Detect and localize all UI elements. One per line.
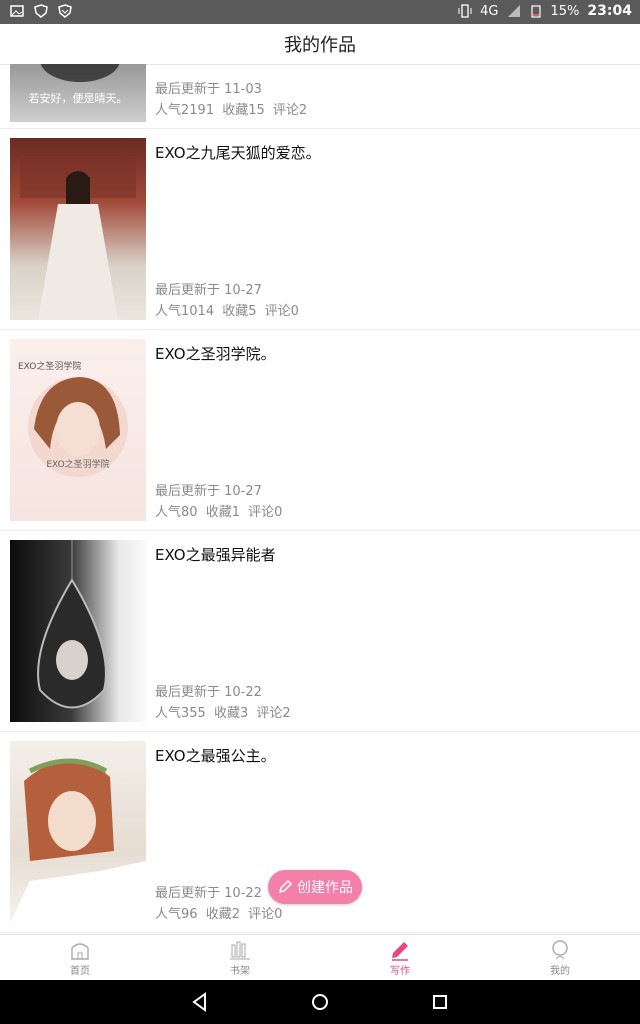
cover-art — [20, 158, 136, 320]
work-title[interactable]: EXO之圣羽学院。 — [155, 343, 276, 364]
work-title[interactable]: EXO之九尾天狐的爱恋。 — [155, 142, 321, 163]
work-comments: 评论0 — [264, 304, 299, 319]
back-icon[interactable] — [190, 992, 210, 1012]
cover-caption: 若安好，便是晴天。 — [28, 92, 128, 105]
work-popularity: 人气1014 — [155, 304, 215, 319]
status-bar: 4G 15% 23:04 — [0, 0, 640, 24]
work-stats: 人气1014 收藏5 评论0 — [155, 300, 303, 319]
tab-home[interactable]: 首页 — [0, 935, 160, 981]
work-updated: 最后更新于 10-27 — [155, 484, 262, 499]
bottom-tab-bar: 首页 书架 写作 我的 — [0, 934, 640, 981]
shield-icon — [34, 4, 48, 18]
tab-write[interactable]: 写作 — [320, 935, 480, 981]
work-popularity: 人气2191 — [155, 103, 215, 118]
create-work-label: 创建作品 — [297, 880, 353, 896]
tab-profile[interactable]: 我的 — [480, 935, 640, 981]
work-comments: 评论0 — [248, 907, 283, 922]
system-navigation-bar — [0, 980, 640, 1024]
network-type: 4G — [480, 3, 499, 19]
pencil-icon — [392, 942, 408, 961]
work-favorites: 收藏15 — [222, 103, 265, 118]
works-list[interactable]: 若安好，便是晴天。 最后更新于 11-03 人气2191 收藏15 评论2 EX… — [0, 64, 640, 934]
work-updated: 最后更新于 11-03 — [155, 82, 262, 97]
work-item[interactable]: 若安好，便是晴天。 最后更新于 11-03 人气2191 收藏15 评论2 — [0, 64, 640, 129]
tab-bookshelf-label: 书架 — [230, 966, 250, 977]
work-comments: 评论2 — [272, 103, 308, 118]
work-updated: 最后更新于 10-22 — [155, 685, 262, 700]
work-favorites: 收藏5 — [222, 304, 257, 319]
work-updated: 最后更新于 10-22 — [155, 886, 262, 901]
home-icon — [71, 943, 89, 960]
work-updated: 最后更新于 10-27 — [155, 283, 262, 298]
work-item[interactable]: EXO之最强异能者 最后更新于 10-22 人气355 收藏3 评论2 — [0, 531, 640, 732]
battery-icon — [530, 5, 541, 18]
work-title[interactable]: EXO之最强异能者 — [155, 544, 276, 565]
work-stats: 人气80 收藏1 评论0 — [155, 501, 286, 520]
recents-icon[interactable] — [430, 992, 450, 1012]
create-work-button[interactable]: 创建作品 — [268, 870, 362, 904]
tab-home-label: 首页 — [70, 966, 90, 977]
profile-icon — [552, 940, 568, 960]
vibrate-icon — [458, 4, 472, 18]
work-popularity: 人气355 — [155, 706, 206, 721]
image-notification-icon — [10, 5, 24, 17]
work-comments: 评论2 — [256, 706, 291, 721]
cover-art — [37, 540, 107, 709]
pencil-icon — [278, 879, 293, 894]
work-title[interactable]: EXO之最强公主。 — [155, 745, 276, 766]
battery-level: 15% — [550, 3, 580, 19]
work-stats: 人气2191 收藏15 评论2 — [155, 99, 311, 118]
cover-art — [10, 758, 146, 923]
bookshelf-icon — [230, 941, 250, 960]
clock: 23:04 — [587, 3, 632, 19]
work-cover[interactable]: 若安好，便是晴天。 — [10, 64, 146, 122]
work-popularity: 人气96 — [155, 907, 198, 922]
work-favorites: 收藏2 — [205, 907, 240, 922]
page-title-bar: 我的作品 — [0, 24, 640, 65]
work-cover[interactable] — [10, 741, 146, 923]
work-item[interactable]: EXO之圣羽学院 EXO之圣羽学院 EXO之圣羽学院。 最后更新于 10-27 … — [0, 330, 640, 531]
cover-caption-top: EXO之圣羽学院 — [18, 362, 82, 372]
work-cover[interactable]: EXO之圣羽学院 EXO之圣羽学院 — [10, 339, 146, 521]
shield-check-icon — [58, 4, 72, 18]
work-comments: 评论0 — [248, 505, 283, 520]
work-stats: 人气96 收藏2 评论0 — [155, 903, 286, 922]
work-cover[interactable] — [10, 138, 146, 320]
tab-profile-label: 我的 — [550, 966, 570, 977]
work-stats: 人气355 收藏3 评论2 — [155, 702, 295, 721]
work-cover[interactable] — [10, 540, 146, 722]
signal-icon — [507, 5, 520, 17]
home-circle-icon[interactable] — [310, 992, 330, 1012]
work-item[interactable]: EXO之九尾天狐的爱恋。 最后更新于 10-27 人气1014 收藏5 评论0 — [0, 129, 640, 330]
cover-caption-bottom: EXO之圣羽学院 — [46, 460, 110, 470]
work-favorites: 收藏3 — [213, 706, 249, 721]
work-popularity: 人气80 — [155, 505, 198, 520]
tab-write-label: 写作 — [390, 966, 410, 977]
tab-bookshelf[interactable]: 书架 — [160, 935, 320, 981]
page-title: 我的作品 — [284, 35, 356, 56]
work-favorites: 收藏1 — [205, 505, 240, 520]
